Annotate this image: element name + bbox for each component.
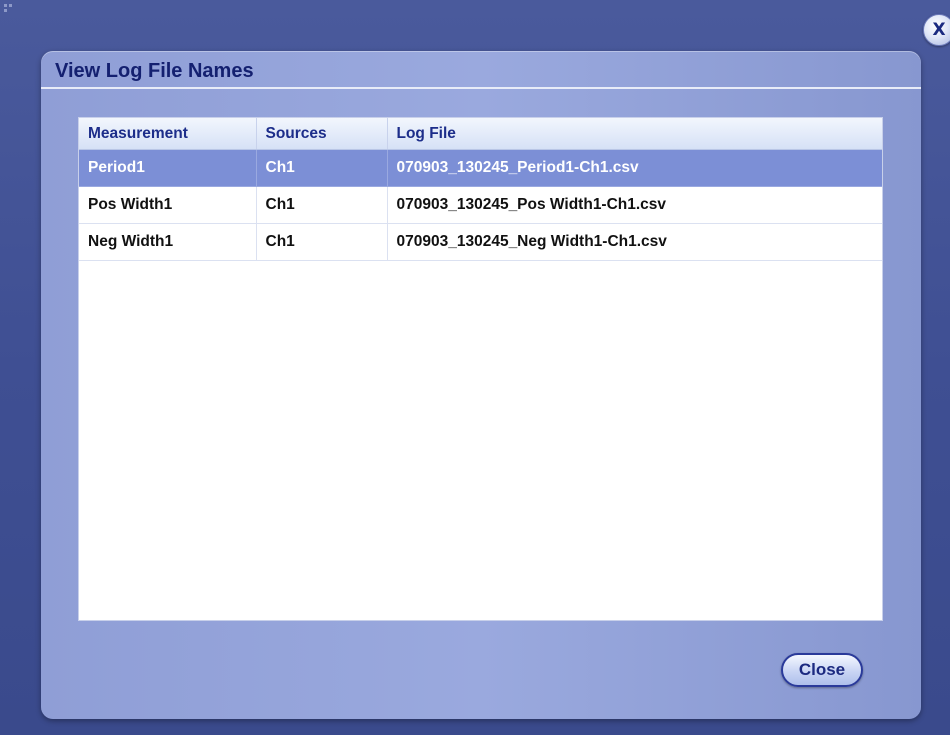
- table-row[interactable]: Pos Width1 Ch1 070903_130245_Pos Width1-…: [79, 186, 882, 224]
- dialog-header: View Log File Names: [41, 51, 921, 89]
- table-header-row: Measurement Sources Log File: [79, 118, 882, 150]
- cell-sources: Ch1: [256, 186, 388, 224]
- column-header-sources[interactable]: Sources: [256, 118, 388, 150]
- cell-sources: Ch1: [256, 223, 388, 261]
- cell-sources: Ch1: [256, 149, 388, 187]
- window-close-icon[interactable]: X: [923, 14, 950, 46]
- dialog-title: View Log File Names: [55, 60, 254, 82]
- cell-measurement: Period1: [79, 149, 257, 187]
- column-header-measurement[interactable]: Measurement: [79, 118, 257, 150]
- log-file-table: Measurement Sources Log File Period1 Ch1…: [79, 118, 882, 261]
- close-button[interactable]: Close: [781, 653, 863, 687]
- log-file-table-panel: Measurement Sources Log File Period1 Ch1…: [78, 117, 883, 621]
- cell-log-file: 070903_130245_Pos Width1-Ch1.csv: [387, 186, 882, 224]
- view-log-file-names-dialog: View Log File Names Measurement Sources …: [41, 51, 921, 719]
- cell-measurement: Pos Width1: [79, 186, 257, 224]
- table-row[interactable]: Neg Width1 Ch1 070903_130245_Neg Width1-…: [79, 223, 882, 261]
- column-header-log-file[interactable]: Log File: [387, 118, 882, 150]
- cell-measurement: Neg Width1: [79, 223, 257, 261]
- cell-log-file: 070903_130245_Neg Width1-Ch1.csv: [387, 223, 882, 261]
- cell-log-file: 070903_130245_Period1-Ch1.csv: [387, 149, 882, 187]
- table-row[interactable]: Period1 Ch1 070903_130245_Period1-Ch1.cs…: [79, 149, 882, 187]
- window-resize-grip-icon: [4, 4, 14, 14]
